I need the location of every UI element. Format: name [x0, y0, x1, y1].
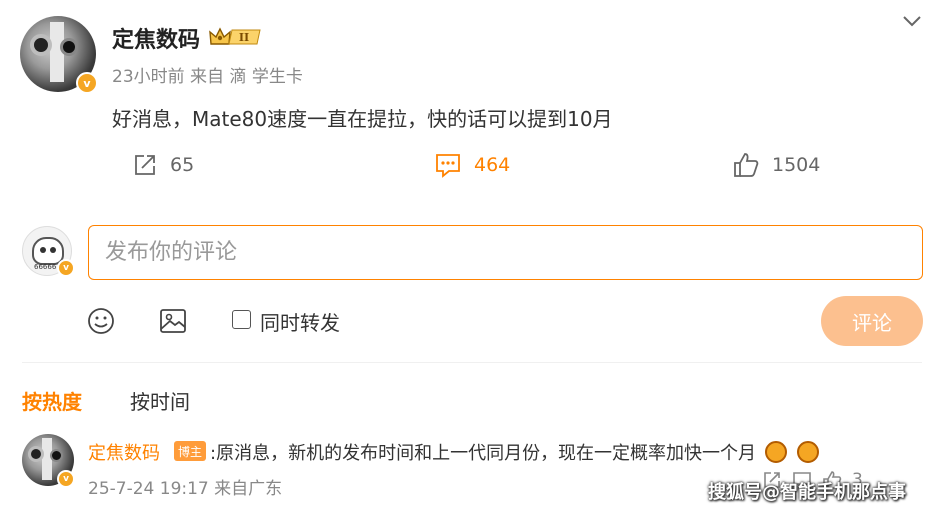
comment-author-name[interactable]: 定焦数码: [88, 439, 160, 465]
crown-level-icon[interactable]: II: [208, 26, 264, 48]
avatar-caption: 66666: [34, 263, 57, 271]
repost-checkbox[interactable]: [232, 310, 251, 329]
comment-button[interactable]: 464: [434, 150, 510, 180]
thumbs-up-icon: [734, 153, 759, 177]
repost-checkbox-label[interactable]: 同时转发: [260, 307, 340, 336]
comment-meta: 25-7-24 19:17 来自广东: [88, 479, 283, 499]
post-meta: 23小时前 来自 滴 学生卡: [112, 67, 303, 87]
post-author-name[interactable]: 定焦数码: [112, 22, 200, 54]
divider: [22, 362, 922, 363]
watermark: 搜狐号@智能手机那点事: [708, 482, 906, 503]
author-tag-badge: 博主: [174, 441, 207, 461]
image-icon[interactable]: [158, 306, 188, 336]
tab-sort-hot[interactable]: 按热度: [22, 386, 82, 415]
emoji-sticker-icon: [764, 441, 787, 463]
comment-text: :原消息，新机的发布时间和上一代同月份，现在一定概率加快一个月: [210, 439, 819, 465]
repost-icon: [135, 155, 155, 175]
comment-count: 464: [474, 154, 511, 176]
repost-count: 65: [170, 154, 195, 176]
like-count: 1504: [772, 154, 821, 176]
post-text: 好消息，Mate80速度一直在提拉，快的话可以提到10月: [112, 107, 613, 131]
verified-badge-icon: v: [76, 72, 98, 94]
submit-comment-button[interactable]: 评论: [821, 296, 923, 346]
verified-badge-small-icon: v: [57, 259, 75, 277]
verified-badge-comment-icon: v: [57, 470, 75, 488]
chevron-down-icon[interactable]: [902, 14, 922, 28]
emoji-icon[interactable]: [86, 306, 116, 336]
svg-text:II: II: [239, 31, 249, 44]
comment-icon: [436, 154, 460, 178]
comment-input[interactable]: [88, 225, 923, 280]
tab-sort-time[interactable]: 按时间: [130, 386, 190, 415]
emoji-sticker-icon: [796, 441, 819, 463]
repost-button[interactable]: 65: [132, 150, 194, 180]
like-button[interactable]: 1504: [732, 150, 820, 180]
comment-text-content: :原消息，新机的发布时间和上一代同月份，现在一定概率加快一个月: [210, 443, 757, 464]
